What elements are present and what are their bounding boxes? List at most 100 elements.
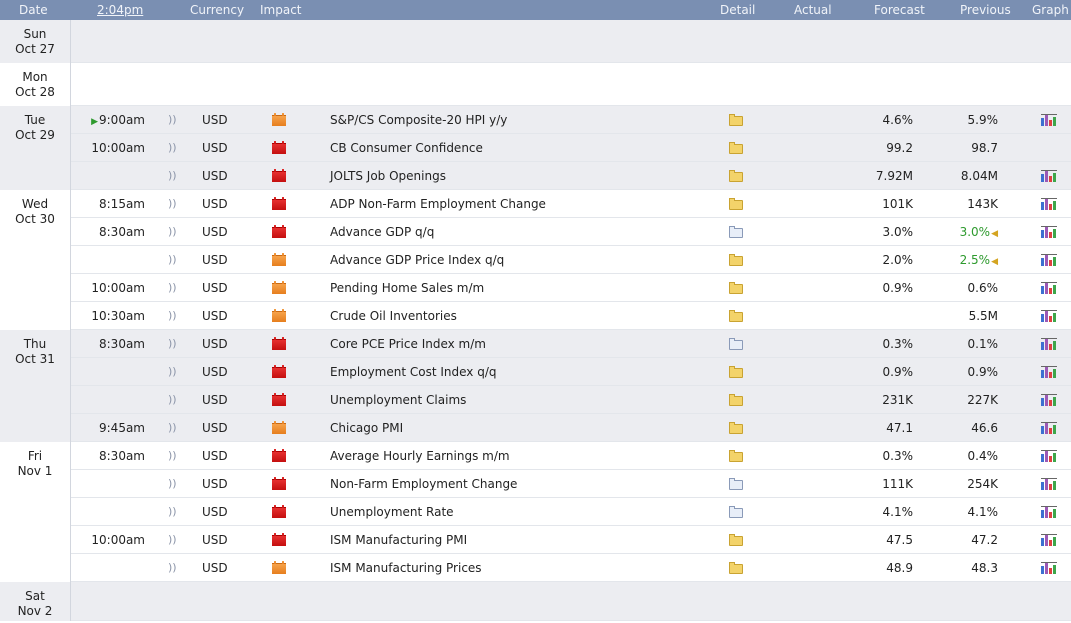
detail-folder-icon[interactable] [729, 506, 743, 518]
sound-icon[interactable]: )) [168, 386, 178, 414]
event-name[interactable]: CB Consumer Confidence [330, 134, 483, 162]
event-row[interactable]: 9:45am)) USD Chicago PMI 47.1 46.6 [71, 414, 1071, 442]
event-row[interactable]: 8:30am)) USD Advance GDP q/q 3.0% 3.0%◀ [71, 218, 1071, 246]
detail-folder-icon[interactable] [729, 226, 743, 238]
detail-folder-icon[interactable] [729, 170, 743, 182]
event-row[interactable]: 10:00am)) USD ISM Manufacturing PMI 47.5 47.… [71, 526, 1071, 554]
sound-icon[interactable]: )) [168, 106, 178, 134]
chart-icon[interactable] [1041, 198, 1057, 210]
detail-folder-icon[interactable] [729, 114, 743, 126]
event-row[interactable]: 8:15am)) USD ADP Non-Farm Employment Chang… [71, 190, 1071, 218]
detail-folder-icon[interactable] [729, 282, 743, 294]
event-previous-value: 0.1% [967, 337, 999, 351]
event-previous: 48.3 [871, 554, 998, 582]
event-row[interactable]: ▶9:00am)) USD S&P/CS Composite-20 HPI y/y 4… [71, 106, 1071, 134]
chart-icon[interactable] [1041, 282, 1057, 294]
sound-icon[interactable]: )) [168, 526, 178, 554]
event-name[interactable]: Employment Cost Index q/q [330, 358, 496, 386]
detail-folder-icon[interactable] [729, 562, 743, 574]
chart-icon[interactable] [1041, 478, 1057, 490]
chart-icon[interactable] [1041, 562, 1057, 574]
sound-icon[interactable]: )) [168, 498, 178, 526]
sound-icon[interactable]: )) [168, 190, 178, 218]
high-impact-icon [272, 225, 286, 238]
event-time: 8:15am [71, 190, 145, 218]
detail-folder-icon[interactable] [729, 254, 743, 266]
event-row[interactable]: 10:30am)) USD Crude Oil Inventories 5.5M [71, 302, 1071, 330]
event-name[interactable]: Non-Farm Employment Change [330, 470, 517, 498]
event-row[interactable]: )) USD Unemployment Rate 4.1% 4.1% [71, 498, 1071, 526]
chart-icon[interactable] [1041, 422, 1057, 434]
event-time-text: 8:30am [99, 337, 145, 351]
detail-folder-icon[interactable] [729, 310, 743, 322]
detail-folder-icon[interactable] [729, 478, 743, 490]
high-impact-icon [272, 533, 286, 546]
header-actual: Actual [794, 3, 832, 17]
event-name[interactable]: S&P/CS Composite-20 HPI y/y [330, 106, 507, 134]
event-row[interactable]: )) USD ISM Manufacturing Prices 48.9 48.3 [71, 554, 1071, 582]
event-name[interactable]: Advance GDP q/q [330, 218, 434, 246]
event-name[interactable]: Crude Oil Inventories [330, 302, 457, 330]
sound-icon[interactable]: )) [168, 274, 178, 302]
chart-icon[interactable] [1041, 506, 1057, 518]
detail-folder-icon[interactable] [729, 422, 743, 434]
event-currency: USD [202, 393, 228, 407]
detail-folder-icon[interactable] [729, 338, 743, 350]
event-name[interactable]: Pending Home Sales m/m [330, 274, 484, 302]
event-name[interactable]: Core PCE Price Index m/m [330, 330, 486, 358]
event-name[interactable]: JOLTS Job Openings [330, 162, 446, 190]
chart-icon[interactable] [1041, 226, 1057, 238]
chart-icon[interactable] [1041, 394, 1057, 406]
event-previous: 47.2 [871, 526, 998, 554]
event-row[interactable]: )) USD Non-Farm Employment Change 111K 254K [71, 470, 1071, 498]
event-row[interactable]: 8:30am)) USD Core PCE Price Index m/m 0.3% 0… [71, 330, 1071, 358]
detail-folder-icon[interactable] [729, 198, 743, 210]
sound-icon[interactable]: )) [168, 246, 178, 274]
event-currency: USD [202, 253, 228, 267]
chart-icon[interactable] [1041, 114, 1057, 126]
event-previous-value: 2.5% [959, 253, 991, 267]
event-name[interactable]: Advance GDP Price Index q/q [330, 246, 504, 274]
event-row[interactable]: )) USD Advance GDP Price Index q/q 2.0% 2.5%… [71, 246, 1071, 274]
event-row[interactable]: )) USD JOLTS Job Openings 7.92M 8.04M [71, 162, 1071, 190]
chart-icon[interactable] [1041, 534, 1057, 546]
sound-icon[interactable]: )) [168, 358, 178, 386]
event-name[interactable]: ISM Manufacturing PMI [330, 526, 467, 554]
sound-icon[interactable]: )) [168, 470, 178, 498]
sound-icon[interactable]: )) [168, 554, 178, 582]
event-row[interactable]: 10:00am)) USD Pending Home Sales m/m 0.9% 0.… [71, 274, 1071, 302]
event-name[interactable]: ADP Non-Farm Employment Change [330, 190, 546, 218]
sound-icon[interactable]: )) [168, 442, 178, 470]
chart-icon[interactable] [1041, 450, 1057, 462]
event-currency: USD [202, 141, 228, 155]
event-currency: USD [202, 505, 228, 519]
event-name[interactable]: Average Hourly Earnings m/m [330, 442, 510, 470]
sound-icon[interactable]: )) [168, 302, 178, 330]
event-row[interactable]: )) USD Unemployment Claims 231K 227K [71, 386, 1071, 414]
detail-folder-icon[interactable] [729, 450, 743, 462]
chart-icon[interactable] [1041, 254, 1057, 266]
detail-folder-icon[interactable] [729, 142, 743, 154]
event-currency: USD [202, 533, 228, 547]
event-name[interactable]: ISM Manufacturing Prices [330, 554, 482, 582]
detail-folder-icon[interactable] [729, 366, 743, 378]
event-name[interactable]: Chicago PMI [330, 414, 403, 442]
header-time-link[interactable]: 2:04pm [97, 0, 143, 20]
event-row[interactable]: 10:00am)) USD CB Consumer Confidence 99.2 98… [71, 134, 1071, 162]
event-row[interactable]: )) USD Employment Cost Index q/q 0.9% 0.9% [71, 358, 1071, 386]
sound-icon[interactable]: )) [168, 330, 178, 358]
event-name[interactable]: Unemployment Rate [330, 498, 454, 526]
date-label: Wed Oct 30 [0, 190, 70, 227]
chart-icon[interactable] [1041, 338, 1057, 350]
sound-icon[interactable]: )) [168, 134, 178, 162]
sound-icon[interactable]: )) [168, 162, 178, 190]
chart-icon[interactable] [1041, 170, 1057, 182]
sound-icon[interactable]: )) [168, 218, 178, 246]
sound-icon[interactable]: )) [168, 414, 178, 442]
chart-icon[interactable] [1041, 310, 1057, 322]
event-name[interactable]: Unemployment Claims [330, 386, 466, 414]
chart-icon[interactable] [1041, 366, 1057, 378]
detail-folder-icon[interactable] [729, 394, 743, 406]
event-row[interactable]: 8:30am)) USD Average Hourly Earnings m/m 0.… [71, 442, 1071, 470]
detail-folder-icon[interactable] [729, 534, 743, 546]
